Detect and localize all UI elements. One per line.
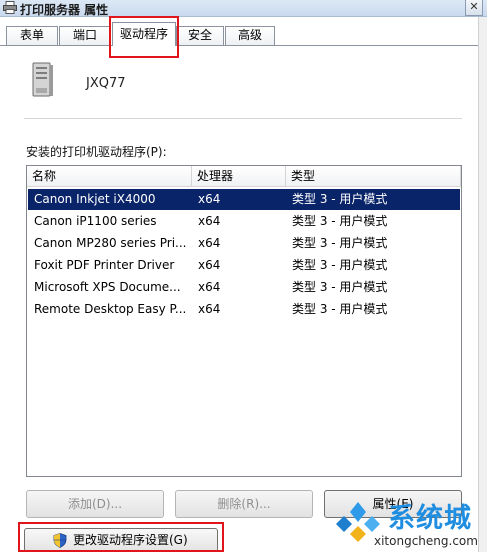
driver-name: Foxit PDF Printer Driver — [34, 258, 175, 272]
column-header-label: 处理器 — [197, 169, 234, 183]
watermark-brand: 系统城 — [388, 503, 472, 534]
driver-processor: x64 — [198, 236, 221, 250]
tab-label: 高级 — [237, 28, 262, 42]
driver-processor: x64 — [198, 258, 221, 272]
uac-shield-icon — [53, 533, 67, 548]
driver-processor: x64 — [198, 214, 221, 228]
driver-processor: x64 — [198, 302, 221, 316]
tab-label: 端口 — [72, 28, 97, 42]
list-item[interactable]: Foxit PDF Printer Driver x64 类型 3 - 用户模式 — [28, 255, 460, 276]
list-item[interactable]: Remote Desktop Easy P... x64 类型 3 - 用户模式 — [28, 299, 460, 320]
remove-button-label: 删除(R)... — [217, 497, 271, 511]
driver-name: Remote Desktop Easy P... — [34, 302, 187, 316]
driver-type: 类型 3 - 用户模式 — [292, 236, 388, 250]
separator — [24, 118, 462, 119]
column-header-name[interactable]: 名称 — [27, 166, 192, 187]
driver-name: Canon Inkjet iX4000 — [34, 192, 156, 206]
list-item[interactable]: Microsoft XPS Docume... x64 类型 3 - 用户模式 — [28, 277, 460, 298]
driver-list[interactable]: 名称 处理器 类型 Canon Inkjet iX4000 x64 类型 3 -… — [26, 165, 462, 477]
tab-divider — [0, 45, 478, 46]
installed-drivers-label: 安装的打印机驱动程序(P): — [26, 145, 167, 159]
change-driver-settings-label: 更改驱动程序设置(G) — [73, 533, 188, 547]
column-header-type[interactable]: 类型 — [286, 166, 461, 187]
add-button[interactable]: 添加(D)... — [26, 490, 164, 518]
list-item[interactable]: Canon MP280 series Pri... x64 类型 3 - 用户模… — [28, 233, 460, 254]
tab-strip: 表单 端口 驱动程序 安全 高级 — [0, 17, 487, 46]
change-driver-settings-button[interactable]: 更改驱动程序设置(G) — [24, 528, 218, 552]
driver-processor: x64 — [198, 192, 221, 206]
driver-type: 类型 3 - 用户模式 — [292, 214, 388, 228]
tab-label: 安全 — [187, 28, 212, 42]
list-item[interactable]: Canon Inkjet iX4000 x64 类型 3 - 用户模式 — [28, 189, 460, 210]
driver-processor: x64 — [198, 280, 221, 294]
list-item[interactable]: Canon iP1100 series x64 类型 3 - 用户模式 — [28, 211, 460, 232]
tab-advanced[interactable]: 高级 — [225, 26, 275, 45]
column-header-label: 名称 — [32, 169, 57, 183]
add-button-label: 添加(D)... — [67, 497, 123, 511]
server-icon — [32, 62, 53, 97]
driver-name: Microsoft XPS Docume... — [34, 280, 181, 294]
driver-type: 类型 3 - 用户模式 — [292, 302, 388, 316]
driver-type: 类型 3 - 用户模式 — [292, 280, 388, 294]
tab-ports[interactable]: 端口 — [59, 26, 111, 45]
title-bar: 打印服务器 属性 ✕ — [0, 0, 487, 17]
watermark: 系统城 xitongcheng.com — [330, 490, 487, 552]
close-button[interactable]: ✕ — [465, 0, 483, 16]
driver-type: 类型 3 - 用户模式 — [292, 192, 388, 206]
tab-label: 表单 — [19, 28, 44, 42]
column-header-processor[interactable]: 处理器 — [192, 166, 286, 187]
driver-name: Canon iP1100 series — [34, 214, 157, 228]
tab-forms[interactable]: 表单 — [6, 26, 58, 45]
tab-security[interactable]: 安全 — [176, 26, 224, 45]
close-icon: ✕ — [469, 0, 479, 13]
column-header-label: 类型 — [291, 169, 316, 183]
driver-name: Canon MP280 series Pri... — [34, 236, 187, 250]
window-edge — [478, 17, 487, 552]
printer-icon — [3, 1, 17, 14]
driver-type: 类型 3 - 用户模式 — [292, 258, 388, 272]
remove-button[interactable]: 删除(R)... — [175, 490, 313, 518]
tab-label: 驱动程序 — [119, 27, 168, 41]
window-title: 打印服务器 属性 — [20, 3, 109, 17]
tab-drivers[interactable]: 驱动程序 — [112, 22, 176, 46]
watermark-url: xitongcheng.com — [374, 534, 478, 548]
server-name: JXQ77 — [86, 76, 126, 91]
